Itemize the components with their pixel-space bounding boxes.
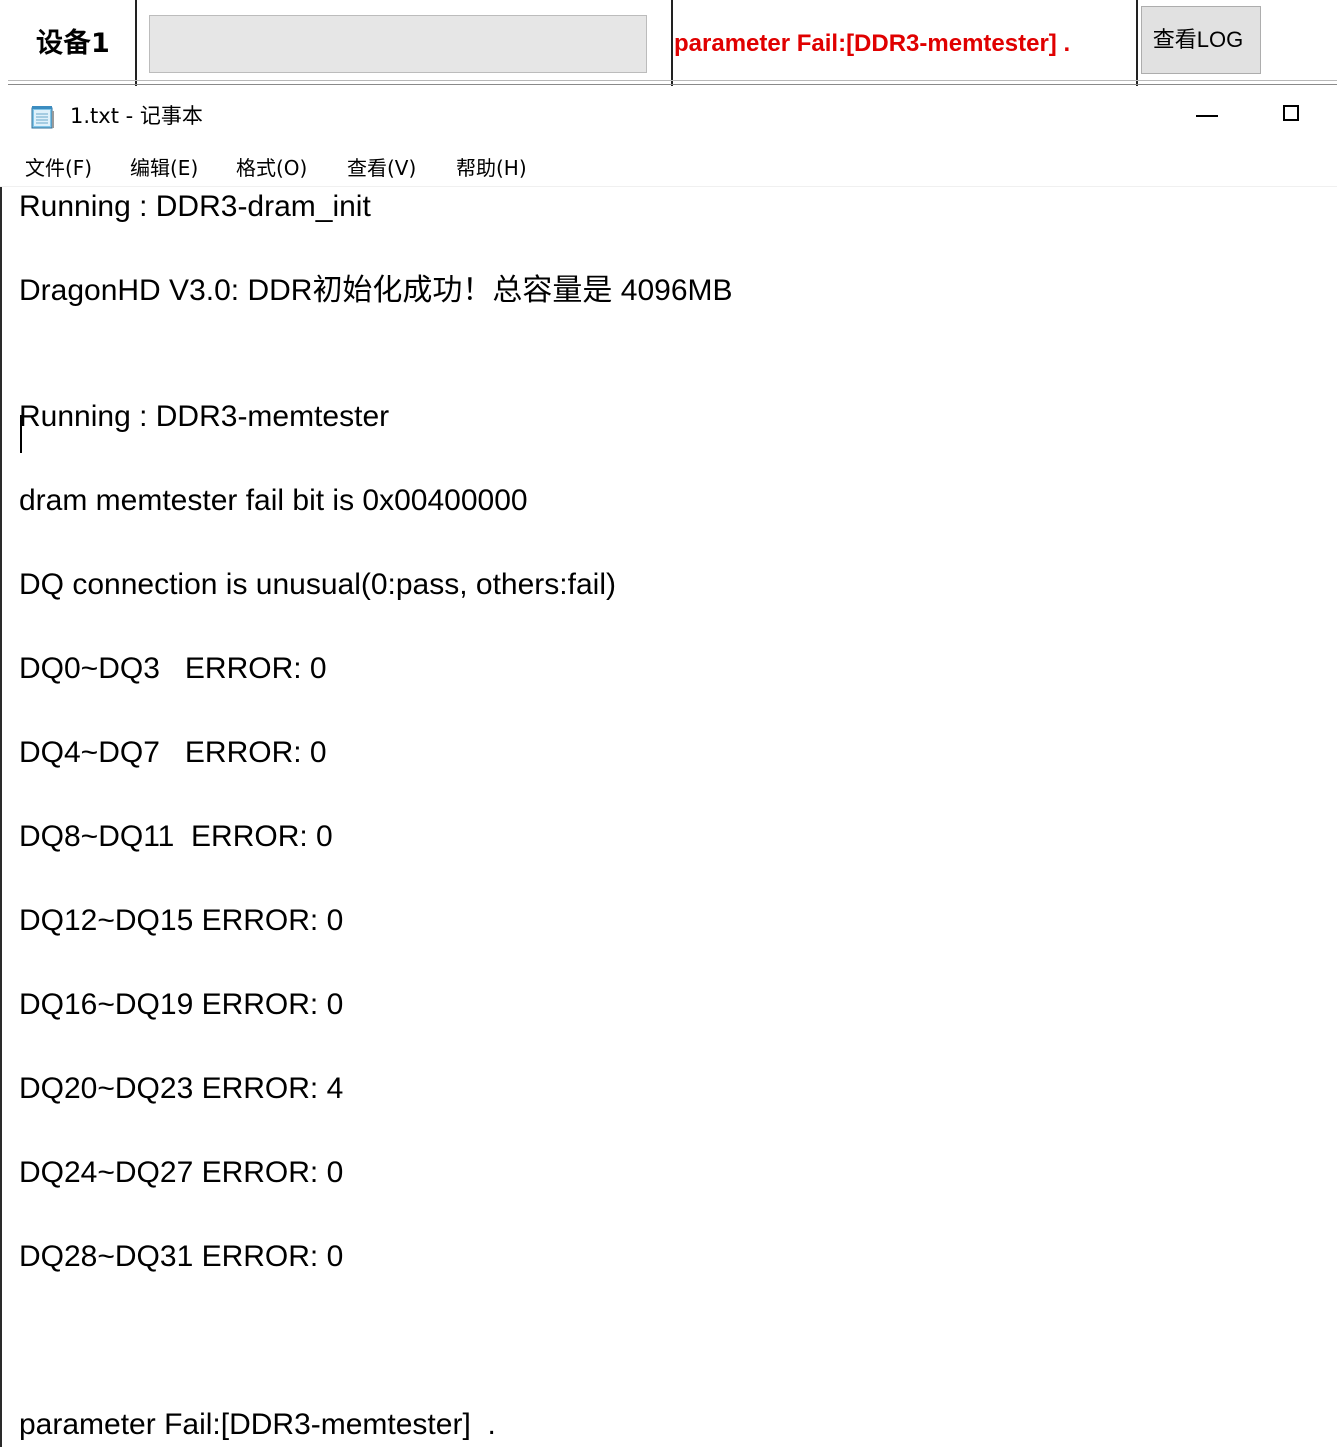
text-line: DQ20~DQ23 ERROR: 4: [19, 1072, 344, 1105]
minimize-icon: [1196, 115, 1218, 117]
progress-bar: [149, 15, 647, 73]
text-line: DQ28~DQ31 ERROR: 0: [19, 1240, 344, 1273]
menu-help[interactable]: 帮助(H): [456, 152, 527, 184]
divider: [1136, 0, 1138, 86]
text-line: DQ connection is unusual(0:pass, others:…: [19, 568, 616, 601]
divider: [135, 0, 137, 86]
text-line: DQ12~DQ15 ERROR: 0: [19, 904, 344, 937]
device-status-bar: 设备1 parameter Fail:[DDR3-memtester] . 查看…: [0, 0, 1337, 86]
menu-file[interactable]: 文件(F): [25, 152, 92, 184]
view-log-button[interactable]: 查看LOG: [1141, 6, 1261, 74]
text-editor[interactable]: Running : DDR3-dram_init DragonHD V3.0: …: [0, 187, 1337, 1447]
divider: [8, 84, 1337, 85]
minimize-button[interactable]: [1184, 96, 1228, 136]
window-title: 1.txt - 记事本: [70, 104, 203, 128]
text-line: dram memtester fail bit is 0x00400000: [19, 484, 528, 517]
notepad-window: 1.txt - 记事本 文件(F) 编辑(E) 格式(O) 查看(V) 帮助(H…: [0, 92, 1337, 1447]
notepad-icon: [30, 105, 56, 129]
menu-bar: 文件(F) 编辑(E) 格式(O) 查看(V) 帮助(H): [0, 150, 1337, 186]
text-line: DQ24~DQ27 ERROR: 0: [19, 1156, 344, 1189]
text-line: DragonHD V3.0: DDR初始化成功！总容量是 4096MB: [19, 274, 733, 307]
text-line: DQ8~DQ11 ERROR: 0: [19, 820, 333, 853]
text-line: parameter Fail:[DDR3-memtester] .: [19, 1408, 496, 1441]
text-line: DQ4~DQ7 ERROR: 0: [19, 736, 327, 769]
divider: [8, 80, 1337, 81]
maximize-icon: [1283, 105, 1299, 121]
menu-format[interactable]: 格式(O): [236, 152, 307, 184]
status-message: parameter Fail:[DDR3-memtester] .: [674, 30, 1071, 57]
text-line: Running : DDR3-dram_init: [19, 190, 371, 223]
menu-edit[interactable]: 编辑(E): [130, 152, 198, 184]
device-label: 设备1: [36, 28, 111, 59]
divider: [671, 0, 673, 86]
text-line: Running : DDR3-memtester: [19, 400, 390, 433]
maximize-button[interactable]: [1270, 96, 1314, 136]
title-bar[interactable]: 1.txt - 记事本: [0, 92, 1337, 140]
menu-view[interactable]: 查看(V): [347, 152, 416, 184]
text-line: DQ0~DQ3 ERROR: 0: [19, 652, 327, 685]
text-line: DQ16~DQ19 ERROR: 0: [19, 988, 344, 1021]
